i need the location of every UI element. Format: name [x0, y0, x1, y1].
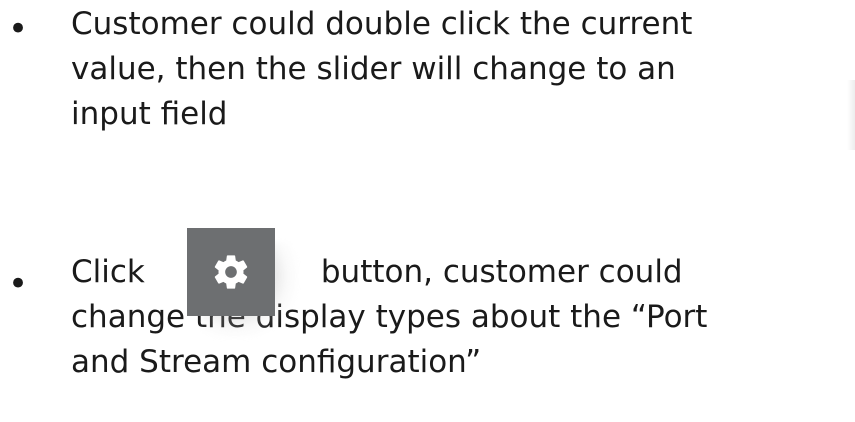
- gear-icon: [214, 255, 248, 289]
- bullet-dot: •: [8, 264, 29, 304]
- click-word: Click: [71, 254, 145, 290]
- bullet-line: and Stream configuration”: [71, 344, 482, 380]
- bullet-text: Click button, customer could change the d…: [71, 228, 708, 385]
- bullet-line: Customer could double click the current: [71, 6, 693, 42]
- bullet-line: change the display types about the “Port: [71, 299, 708, 335]
- slide: • Customer could double click the curren…: [0, 0, 855, 422]
- bullet-line-with-icon: Click button, customer could: [71, 228, 707, 338]
- button-description: button, customer could: [320, 254, 683, 290]
- edge-shadow: [847, 80, 855, 150]
- bullet-line: value, then the slider will change to an: [71, 51, 676, 87]
- settings-button[interactable]: [187, 228, 275, 316]
- settings-button-illustration[interactable]: [187, 228, 307, 348]
- bullet-line: input field: [71, 96, 228, 132]
- bullet-dot: •: [8, 9, 29, 49]
- bullet-text: Customer could double click the current …: [71, 2, 692, 137]
